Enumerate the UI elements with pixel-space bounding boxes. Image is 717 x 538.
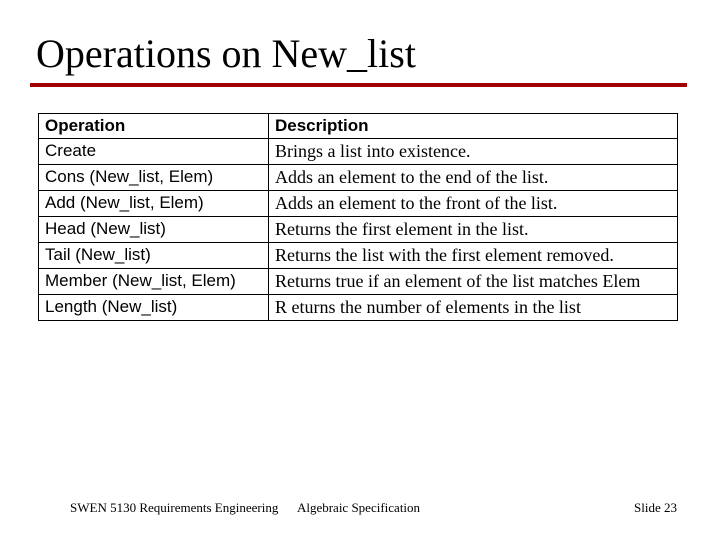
cell-operation: Head (New_list) bbox=[39, 217, 269, 243]
cell-operation: Create bbox=[39, 139, 269, 165]
table-row: Head (New_list) Returns the first elemen… bbox=[39, 217, 678, 243]
table-header-row: Operation Description bbox=[39, 114, 678, 139]
cell-description: Adds an element to the end of the list. bbox=[269, 165, 678, 191]
table-row: Length (New_list) R eturns the number of… bbox=[39, 295, 678, 321]
cell-description: Returns true if an element of the list m… bbox=[269, 269, 678, 295]
cell-description: Returns the list with the first element … bbox=[269, 243, 678, 269]
footer-topic: Algebraic Specification bbox=[297, 500, 420, 516]
title-rule bbox=[30, 83, 687, 87]
cell-operation: Member (New_list, Elem) bbox=[39, 269, 269, 295]
slide-title: Operations on New_list bbox=[36, 30, 687, 77]
cell-operation: Cons (New_list, Elem) bbox=[39, 165, 269, 191]
col-header-operation: Operation bbox=[39, 114, 269, 139]
cell-description: Adds an element to the front of the list… bbox=[269, 191, 678, 217]
table-row: Tail (New_list) Returns the list with th… bbox=[39, 243, 678, 269]
table-row: Cons (New_list, Elem) Adds an element to… bbox=[39, 165, 678, 191]
cell-description: Returns the first element in the list. bbox=[269, 217, 678, 243]
cell-operation: Tail (New_list) bbox=[39, 243, 269, 269]
cell-operation: Length (New_list) bbox=[39, 295, 269, 321]
cell-description: Brings a list into existence. bbox=[269, 139, 678, 165]
table-row: Create Brings a list into existence. bbox=[39, 139, 678, 165]
footer-course: SWEN 5130 Requirements Engineering bbox=[70, 500, 278, 516]
operations-table: Operation Description Create Brings a li… bbox=[38, 113, 678, 321]
col-header-description: Description bbox=[269, 114, 678, 139]
table-row: Add (New_list, Elem) Adds an element to … bbox=[39, 191, 678, 217]
footer-slide: Slide 23 bbox=[634, 500, 677, 516]
table-row: Member (New_list, Elem) Returns true if … bbox=[39, 269, 678, 295]
cell-operation: Add (New_list, Elem) bbox=[39, 191, 269, 217]
cell-description: R eturns the number of elements in the l… bbox=[269, 295, 678, 321]
slide-footer: SWEN 5130 Requirements Engineering Algeb… bbox=[0, 500, 717, 516]
